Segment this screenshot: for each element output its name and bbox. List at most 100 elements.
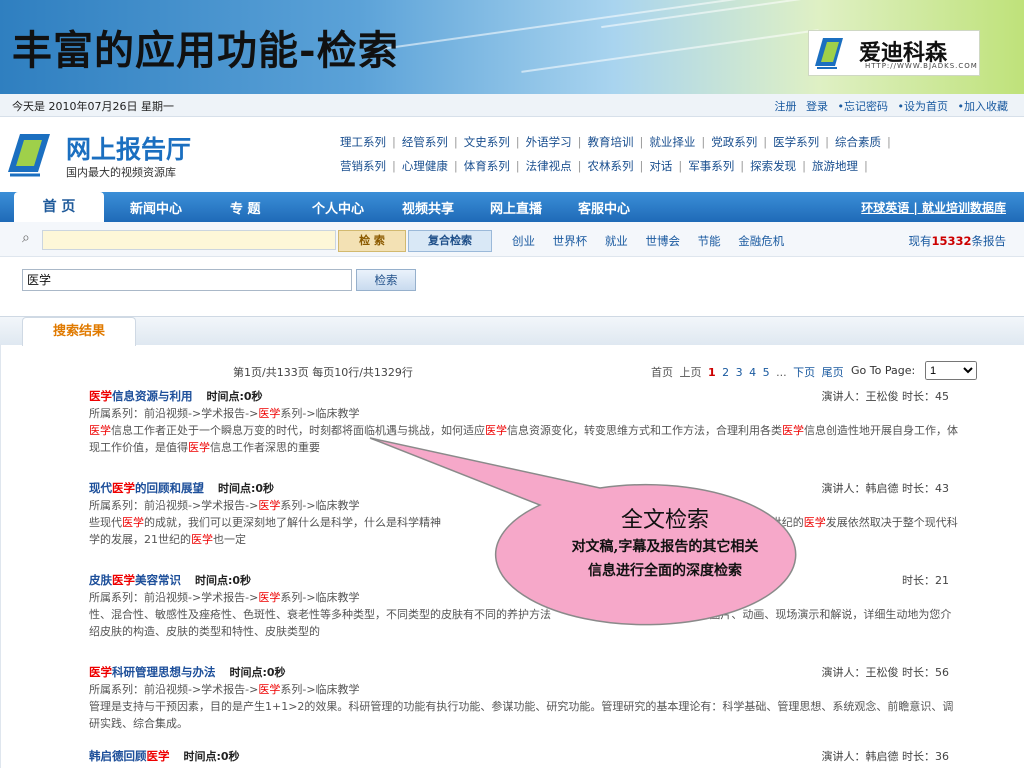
result-timepoint: 时间点:0秒 — [195, 574, 252, 587]
register-link[interactable]: 注册 — [775, 100, 797, 113]
current-date: 今天是 2010年07月26日 星期一 — [12, 100, 174, 113]
slide-header: 丰富的应用功能-检索 爱迪科森 HTTP://WWW.BJADKS.COM — [0, 0, 1024, 94]
report-count-number: 15332 — [931, 234, 972, 248]
category-links: 理工系列 | 经管系列 | 文史系列 | 外语学习 | 教育培训 | 就业择业 | 党政系列 | 医学系列 |… — [340, 130, 1020, 178]
book-logo-icon — [8, 134, 50, 177]
query-search-button[interactable]: 检索 — [356, 269, 416, 291]
category-link[interactable]: 教育培训 — [588, 135, 634, 149]
pager-page[interactable]: 2 — [722, 366, 729, 379]
result-title-row: 现代医学的回顾和展望 时间点:0秒 演讲人：韩启德 时长：43 — [89, 480, 959, 497]
divider: | — [740, 159, 745, 173]
hot-keyword[interactable]: 世博会 — [645, 234, 680, 248]
result-item: 医学科研管理思想与办法 时间点:0秒 演讲人：王松俊 时长：56 所属系列：前沿视频-… — [89, 664, 959, 732]
pager-ellipsis: ... — [776, 366, 787, 379]
category-link[interactable]: 心理健康 — [402, 159, 448, 173]
nav-database-links[interactable]: 环球英语 | 就业培训数据库 — [861, 199, 1006, 216]
pager-page[interactable]: 5 — [763, 366, 770, 379]
nav-live[interactable]: 网上直播 — [490, 198, 542, 217]
callout-title: 全文检索 — [620, 508, 709, 533]
pager-page[interactable]: 4 — [749, 366, 756, 379]
result-meta: 时长：21 — [902, 574, 949, 587]
results-panel: 第1页/共133页 每页10行/共1329行 首页 上页 1 2 3 4 5 .… — [0, 344, 1024, 768]
nav-topics[interactable]: 专 题 — [230, 198, 261, 217]
result-title-link[interactable]: 现代医学的回顾和展望 — [89, 481, 204, 495]
company-url: HTTP://WWW.BJADKS.COM — [865, 62, 978, 70]
goto-label: Go To Page: — [851, 364, 916, 377]
divider: | — [577, 159, 582, 173]
result-meta: 演讲人：王松俊 时长：45 — [821, 390, 950, 403]
login-link[interactable]: 登录 — [806, 100, 828, 113]
divider: | — [515, 159, 520, 173]
category-link[interactable]: 营销系列 — [340, 159, 386, 173]
nav-personal[interactable]: 个人中心 — [312, 198, 364, 217]
category-link[interactable]: 对话 — [649, 159, 672, 173]
query-input[interactable]: 医学 — [22, 269, 352, 291]
pager-page[interactable]: 1 — [708, 366, 716, 379]
nav-home-tab[interactable]: 首 页 — [14, 192, 104, 222]
nav-service[interactable]: 客服中心 — [578, 198, 630, 217]
category-link[interactable]: 医学系列 — [773, 135, 819, 149]
result-timepoint: 时间点:0秒 — [206, 390, 263, 403]
site-tagline: 国内最大的视频资源库 — [66, 166, 176, 179]
pager-next[interactable]: 下页 — [793, 366, 815, 379]
category-link[interactable]: 综合素质 — [835, 135, 881, 149]
result-title-link[interactable]: 韩启德回顾医学 — [89, 749, 170, 763]
divider: | — [887, 135, 891, 149]
category-link[interactable]: 体育系列 — [464, 159, 510, 173]
decor-stripe — [521, 29, 819, 73]
pager-prev[interactable]: 上页 — [680, 366, 702, 379]
category-link[interactable]: 军事系列 — [688, 159, 734, 173]
divider: | — [453, 159, 458, 173]
pager-last[interactable]: 尾页 — [822, 366, 844, 379]
category-link[interactable]: 外语学习 — [526, 135, 572, 149]
result-title-link[interactable]: 医学科研管理思想与办法 — [89, 665, 216, 679]
category-link[interactable]: 探索发现 — [750, 159, 796, 173]
category-link[interactable]: 旅游地理 — [812, 159, 858, 173]
result-title-row: 韩启德回顾医学 时间点:0秒 演讲人：韩启德 时长：36 — [89, 748, 959, 765]
category-link[interactable]: 理工系列 — [340, 135, 386, 149]
hot-keyword[interactable]: 节能 — [698, 234, 721, 248]
hot-keyword[interactable]: 创业 — [512, 234, 535, 248]
category-link[interactable]: 党政系列 — [711, 135, 757, 149]
callout-line: 对文稿,字幕及报告的其它相关 — [571, 539, 759, 555]
category-link[interactable]: 法律视点 — [526, 159, 572, 173]
result-timepoint: 时间点:0秒 — [183, 750, 240, 763]
hot-keyword[interactable]: 就业 — [605, 234, 628, 248]
brand-row: 网上报告厅 国内最大的视频资源库 理工系列 | 经管系列 | 文史系列 | 外语学习 | 教育培… — [0, 116, 1024, 188]
main-nav: 首 页 新闻中心 专 题 个人中心 视频共享 网上直播 客服中心 环球英语 | … — [0, 192, 1024, 222]
decor-stripe — [601, 0, 859, 29]
category-link[interactable]: 文史系列 — [464, 135, 510, 149]
add-favorite-link[interactable]: •加入收藏 — [958, 100, 1009, 113]
hot-keyword[interactable]: 世界杯 — [553, 234, 588, 248]
forgot-password-link[interactable]: •忘记密码 — [838, 100, 889, 113]
set-homepage-link[interactable]: •设为首页 — [898, 100, 949, 113]
nav-video-share[interactable]: 视频共享 — [402, 198, 454, 217]
divider: | — [864, 159, 868, 173]
callout-text: 全文检索 对文稿,字幕及报告的其它相关 信息进行全面的深度检索 — [520, 502, 810, 582]
tab-search-results[interactable]: 搜索结果 — [22, 317, 136, 346]
result-timepoint: 时间点:0秒 — [218, 482, 275, 495]
search-button[interactable]: 检 索 — [338, 230, 406, 252]
result-title-link[interactable]: 皮肤医学美容常识 — [89, 573, 181, 587]
pager-first[interactable]: 首页 — [651, 366, 673, 379]
query-row: 医学 检索 — [0, 264, 1024, 294]
result-tab-strip: 搜索结果 — [0, 316, 1024, 346]
pager-page[interactable]: 3 — [736, 366, 743, 379]
result-meta: 演讲人：韩启德 时长：36 — [821, 750, 950, 763]
advanced-search-button[interactable]: 复合检索 — [408, 230, 492, 252]
company-logo: 爱迪科森 HTTP://WWW.BJADKS.COM — [808, 30, 980, 76]
category-link[interactable]: 农林系列 — [588, 159, 634, 173]
slide-title: 丰富的应用功能-检索 — [12, 27, 399, 74]
pager-info: 第1页/共133页 每页10行/共1329行 — [233, 366, 413, 379]
hot-keywords: 创业 世界杯 就业 世博会 节能 金融危机 — [512, 233, 798, 249]
result-path: 所属系列：前沿视频->学术报告->医学系列->临床教学 — [89, 591, 360, 604]
nav-news[interactable]: 新闻中心 — [130, 198, 182, 217]
result-path: 所属系列：前沿视频->学术报告->医学系列->临床教学 — [89, 407, 360, 420]
category-link[interactable]: 经管系列 — [402, 135, 448, 149]
result-title-link[interactable]: 医学信息资源与利用 — [89, 389, 193, 403]
hot-keyword[interactable]: 金融危机 — [738, 234, 784, 248]
category-link[interactable]: 就业择业 — [649, 135, 695, 149]
search-input[interactable] — [42, 230, 336, 250]
book-logo-icon — [815, 38, 843, 69]
page-select[interactable]: 1 — [925, 361, 977, 380]
